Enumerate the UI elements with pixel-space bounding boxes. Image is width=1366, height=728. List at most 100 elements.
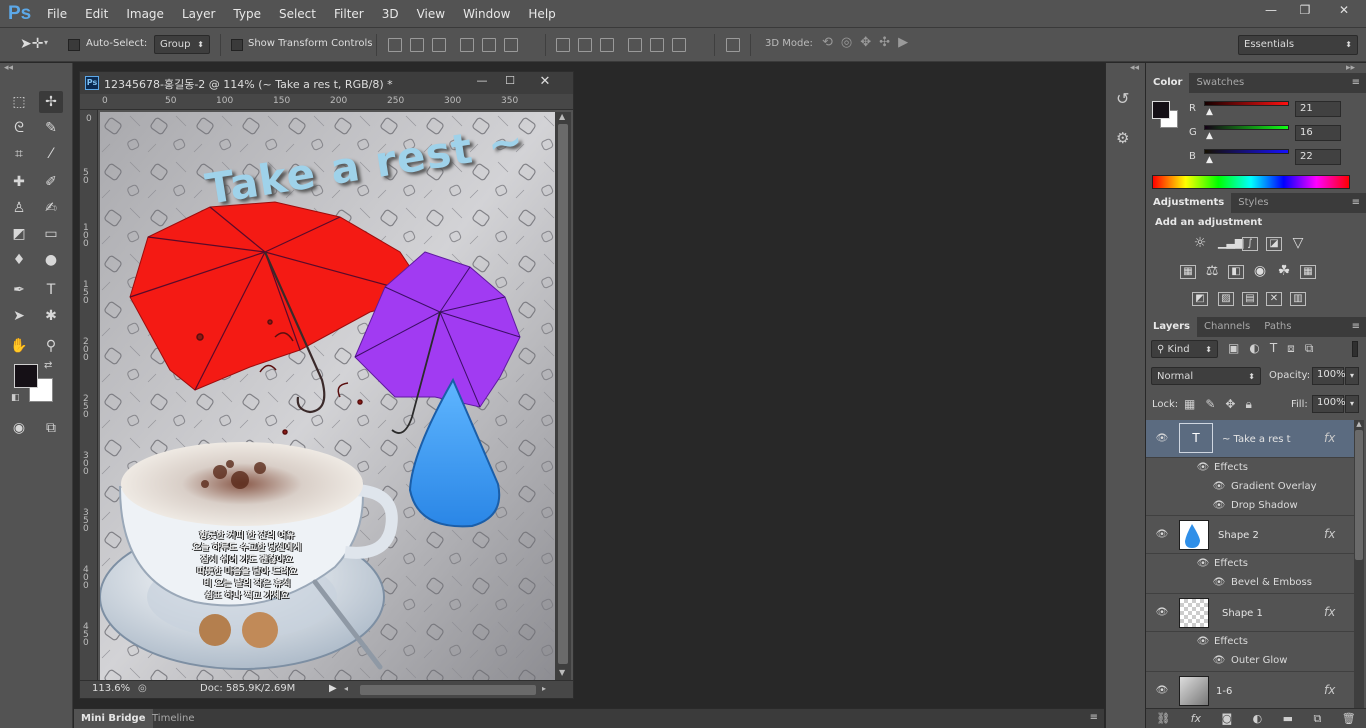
fx-icon[interactable]: fx [1324,431,1335,445]
fx-icon[interactable]: fx [1324,527,1335,541]
color-lookup-icon[interactable]: ▦ [1300,265,1316,279]
doc-close-button[interactable]: ✕ [530,74,560,91]
lock-transparent-icon[interactable]: ▦ [1184,397,1195,412]
workspace-dropdown[interactable]: Essentials ⬍ [1238,35,1358,55]
zoom-tool-icon[interactable]: ⚲ [39,335,63,357]
document-canvas[interactable]: Take a rest ~ 향긋한 커피 한 잔의 여유 오늘 하루도 수고한 … [100,112,555,680]
eye-icon[interactable]: 👁︎ [1155,434,1169,444]
eyedropper-tool-icon[interactable]: ⁄ [39,143,63,165]
color-balance-icon[interactable]: ⚖ [1204,264,1220,279]
collapse-tools-icon[interactable]: ◂◂ [4,63,13,73]
quick-select-tool-icon[interactable]: ✎ [39,117,63,139]
r-slider-thumb-icon[interactable]: ▲ [1206,107,1213,117]
vertical-scrollbar[interactable]: ▲ ▼ [555,112,571,680]
document-title-bar[interactable]: Ps 12345678-홍길동-2 @ 114% (~ Take a res t… [80,72,573,94]
menu-window[interactable]: Window [454,0,519,28]
black-white-icon[interactable]: ◧ [1228,265,1244,279]
brightness-icon[interactable]: ☼ [1192,236,1208,251]
distribute-top-icon[interactable] [556,38,570,52]
show-transform-checkbox[interactable] [231,39,243,51]
menu-edit[interactable]: Edit [76,0,117,28]
hscroll-left-icon[interactable]: ◂ [344,684,348,693]
threshold-icon[interactable]: ▤ [1242,292,1258,306]
blend-mode-dropdown[interactable]: Normal ⬍ [1151,367,1261,385]
3d-scale-icon[interactable]: ▶ [898,35,908,50]
gradient-tool-icon[interactable]: ▭ [39,223,63,245]
distribute-vcenter-icon[interactable] [578,38,592,52]
swap-colors-icon[interactable]: ⇄ [44,360,52,371]
menu-view[interactable]: View [408,0,454,28]
hand-tool-icon[interactable]: ✋ [7,335,31,357]
scroll-up-icon[interactable]: ▲ [559,112,565,121]
crop-tool-icon[interactable]: ⌗ [7,143,31,165]
vibrance-icon[interactable]: ▽ [1290,236,1306,251]
opacity-field[interactable]: 100% [1312,367,1346,385]
quick-mask-icon[interactable]: ◉ [7,417,31,439]
filter-pixel-icon[interactable]: ▣ [1228,341,1239,356]
tab-styles[interactable]: Styles [1231,193,1275,213]
3d-slide-icon[interactable]: ✣ [879,35,890,50]
zoom-level[interactable]: 113.6% [92,683,130,694]
filter-toggle[interactable] [1352,341,1358,357]
properties-panel-icon[interactable]: ⚙ [1116,129,1129,147]
layer-row-shape2[interactable]: 👁︎ Shape 2 fx [1146,516,1354,554]
move-tool-preset-icon[interactable]: ➤✛ [20,36,43,52]
tab-timeline[interactable]: Timeline [146,709,201,728]
filter-type-icon[interactable]: T [1270,341,1277,356]
menu-layer[interactable]: Layer [173,0,224,28]
app-close-button[interactable]: ✕ [1322,0,1366,20]
doc-minimize-button[interactable]: — [468,74,496,91]
auto-align-icon[interactable] [726,38,740,52]
scroll-down-icon[interactable]: ▼ [559,668,565,677]
3d-rotate-icon[interactable]: ⟲ [822,35,833,50]
tab-swatches[interactable]: Swatches [1189,73,1251,93]
panel-menu-icon[interactable]: ≡ [1352,73,1366,93]
fill-dropdown-icon[interactable]: ▾ [1345,395,1359,413]
invert-icon[interactable]: ◩ [1192,292,1208,306]
eraser-tool-icon[interactable]: ◩ [7,223,31,245]
eye-icon[interactable]: 👁︎ [1196,463,1210,473]
fx-icon[interactable]: fx [1324,683,1335,697]
move-tool-icon[interactable]: ✢ [39,91,63,113]
marquee-tool-icon[interactable]: ⬚ [7,91,31,113]
tab-color[interactable]: Color [1146,73,1190,93]
distribute-hcenter-icon[interactable] [650,38,664,52]
eye-icon[interactable]: 👁︎ [1212,501,1226,511]
g-slider-thumb-icon[interactable]: ▲ [1206,131,1213,141]
filter-smart-icon[interactable]: ⧉ [1305,341,1314,356]
panel-menu-icon[interactable]: ≡ [1090,712,1098,723]
history-brush-tool-icon[interactable]: ✍ [39,197,63,219]
lasso-tool-icon[interactable]: ᘓ [7,117,31,139]
align-bottom-icon[interactable] [432,38,446,52]
lock-pixels-icon[interactable]: ✎ [1205,397,1215,412]
align-hcenter-icon[interactable] [482,38,496,52]
effect-name[interactable]: Gradient Overlay [1231,481,1317,492]
menu-filter[interactable]: Filter [325,0,373,28]
panel-menu-icon[interactable]: ≡ [1352,193,1366,213]
color-spectrum-bar[interactable] [1152,175,1350,189]
add-mask-icon[interactable]: ◙ [1221,712,1232,725]
align-top-icon[interactable] [388,38,402,52]
menu-type[interactable]: Type [224,0,270,28]
selective-color-icon[interactable]: ✕ [1266,292,1282,306]
layer-filter-dropdown[interactable]: ⚲ Kind ⬍ [1151,340,1218,358]
eye-icon[interactable]: 👁︎ [1212,482,1226,492]
align-left-icon[interactable] [460,38,474,52]
fg-color-chip[interactable] [1152,101,1170,119]
r-value-field[interactable]: 21 [1295,101,1341,117]
photo-filter-icon[interactable]: ◉ [1252,264,1268,279]
layer-row-text[interactable]: 👁︎ T ~ Take a res t fx [1146,420,1354,458]
tab-paths[interactable]: Paths [1257,317,1298,337]
align-right-icon[interactable] [504,38,518,52]
menu-image[interactable]: Image [117,0,173,28]
menu-file[interactable]: File [38,0,76,28]
panel-menu-icon[interactable]: ≡ [1352,317,1366,337]
preset-dropdown-icon[interactable]: ▾ [44,38,48,47]
effect-name[interactable]: Drop Shadow [1231,500,1298,511]
status-menu-icon[interactable]: ▶ [329,683,337,694]
app-restore-button[interactable]: ❐ [1288,0,1322,20]
menu-3d[interactable]: 3D [373,0,408,28]
custom-shape-tool-icon[interactable]: ✱ [39,305,63,327]
posterize-icon[interactable]: ▨ [1218,292,1234,306]
tab-mini-bridge[interactable]: Mini Bridge [74,709,153,728]
